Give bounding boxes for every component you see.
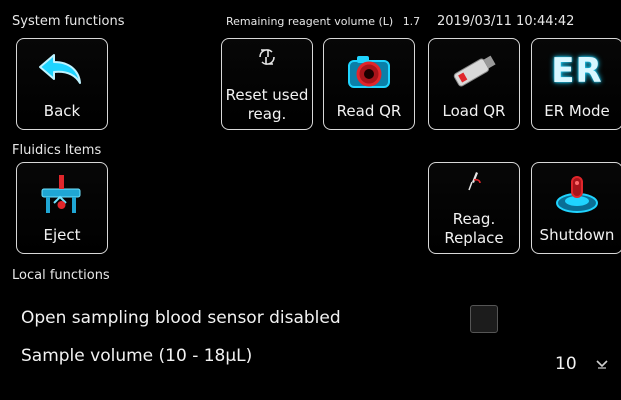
open-sampling-label: Open sampling blood sensor disabled <box>21 308 341 328</box>
load-qr-button[interactable]: Load QR <box>428 38 520 130</box>
eject-button[interactable]: Eject <box>16 162 108 254</box>
usb-drive-icon <box>429 49 519 93</box>
reagent-replace-line1: Reag. <box>452 210 496 228</box>
reagent-replace-line2: Replace <box>444 229 504 247</box>
back-label: Back <box>43 102 81 120</box>
reagent-value: 1.7 <box>402 15 421 28</box>
reset-label: Reset used reag. <box>222 86 312 124</box>
shutdown-label: Shutdown <box>539 226 615 244</box>
reagent-status: Remaining reagent volume (L) 1.7 <box>226 15 420 28</box>
read-qr-button[interactable]: Read QR <box>323 38 415 130</box>
er-icon-text: ER <box>551 51 603 91</box>
reagent-replace-button[interactable]: Reag. Replace <box>428 162 520 254</box>
sample-volume-value: 10 <box>555 354 577 374</box>
camera-icon <box>324 49 414 93</box>
er-mode-button[interactable]: ER ER Mode <box>531 38 621 130</box>
fluidics-title: Fluidics Items <box>12 143 102 158</box>
read-qr-label: Read QR <box>336 102 402 120</box>
pipette-icon <box>429 169 519 195</box>
back-arrow-icon <box>17 49 107 93</box>
reset-label-line2: reag. <box>247 105 287 123</box>
er-mode-label: ER Mode <box>544 102 610 120</box>
datetime: 2019/03/11 10:44:42 <box>437 14 575 29</box>
sample-volume-label: Sample volume (10 - 18μL) <box>21 346 253 366</box>
chevron-down-icon <box>595 356 609 375</box>
sample-volume-select[interactable]: 10 <box>555 354 615 378</box>
system-functions-title: System functions <box>12 14 125 29</box>
back-button[interactable]: Back <box>16 38 108 130</box>
power-icon <box>532 173 621 217</box>
reagent-label: Remaining reagent volume (L) <box>226 15 394 28</box>
local-functions-title: Local functions <box>12 268 110 283</box>
load-qr-label: Load QR <box>442 102 506 120</box>
er-icon: ER <box>532 49 621 93</box>
reagent-replace-label: Reag. Replace <box>429 210 519 248</box>
shutdown-button[interactable]: Shutdown <box>531 162 621 254</box>
eject-icon <box>17 173 107 217</box>
open-sampling-checkbox[interactable] <box>470 305 498 333</box>
eject-label: Eject <box>43 226 81 244</box>
reset-icon <box>222 45 312 69</box>
reset-used-reagent-button[interactable]: Reset used reag. <box>221 38 313 130</box>
reset-label-line1: Reset used <box>225 86 309 104</box>
